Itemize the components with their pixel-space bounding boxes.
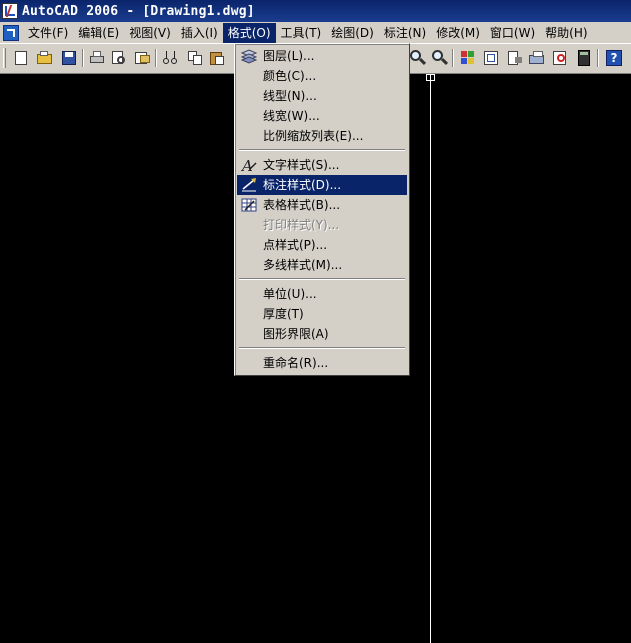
- markup-icon[interactable]: [551, 49, 569, 67]
- format-menu-dropdown: 图层(L)... 颜色(C)... 线型(N)... 线宽(W)... 比例缩放…: [234, 43, 410, 376]
- menu-item-plot-style: 打印样式(Y)...: [263, 218, 340, 232]
- autocad-app-icon[interactable]: [2, 3, 18, 19]
- menu-dimension[interactable]: 标注(N): [379, 23, 431, 43]
- menu-edit[interactable]: 编辑(E): [73, 23, 124, 43]
- zoom-window-icon[interactable]: [409, 49, 427, 67]
- plot-preview-icon[interactable]: [110, 49, 128, 67]
- design-center-icon[interactable]: [482, 49, 500, 67]
- sheet-set-icon[interactable]: [528, 49, 546, 67]
- open-icon[interactable]: [36, 49, 54, 67]
- menu-file[interactable]: 文件(F): [23, 23, 73, 43]
- menu-window[interactable]: 窗口(W): [485, 23, 540, 43]
- zoom-previous-icon[interactable]: [431, 49, 449, 67]
- document-control-icon[interactable]: [3, 24, 19, 41]
- table-style-icon: [241, 197, 257, 213]
- new-icon[interactable]: [12, 49, 30, 67]
- menu-modify[interactable]: 修改(M): [431, 23, 485, 43]
- menu-help[interactable]: 帮助(H): [540, 23, 592, 43]
- menu-separator: [239, 278, 405, 280]
- menu-item-table-style[interactable]: 表格样式(B)...: [237, 195, 407, 215]
- menu-item-rename[interactable]: 重命名(R)...: [237, 353, 407, 373]
- print-icon[interactable]: [88, 49, 106, 67]
- menu-bar: 文件(F) 编辑(E) 视图(V) 插入(I) 格式(O) 工具(T) 绘图(D…: [0, 22, 631, 44]
- menu-item-linetype[interactable]: 线型(N)...: [237, 86, 407, 106]
- title-bar: AutoCAD 2006 - [Drawing1.dwg]: [0, 0, 631, 22]
- menu-item-multiline-style[interactable]: 多线样式(M)...: [237, 255, 407, 275]
- menu-item-units[interactable]: 单位(U)...: [237, 284, 407, 304]
- menu-item-layers[interactable]: 图层(L)...: [237, 46, 407, 66]
- menu-item-text-style[interactable]: A 文字样式(S)...: [237, 155, 407, 175]
- dimension-style-icon: [241, 177, 257, 193]
- calculator-icon[interactable]: [575, 49, 593, 67]
- menu-item-point-style[interactable]: 点样式(P)...: [237, 235, 407, 255]
- menu-item-dimension-style[interactable]: 标注样式(D)...: [237, 175, 407, 195]
- menu-separator: [239, 347, 405, 349]
- toolbar-grip[interactable]: [3, 48, 6, 68]
- tool-palettes-icon[interactable]: [505, 49, 523, 67]
- menu-item-lineweight[interactable]: 线宽(W)...: [237, 106, 407, 126]
- help-icon[interactable]: ?: [605, 49, 623, 67]
- menu-draw[interactable]: 绘图(D): [326, 23, 379, 43]
- save-icon[interactable]: [60, 49, 78, 67]
- paste-icon[interactable]: [208, 49, 226, 67]
- cut-icon[interactable]: [162, 49, 180, 67]
- menu-insert[interactable]: 插入(I): [176, 23, 223, 43]
- menu-separator: [239, 149, 405, 151]
- menu-item-color[interactable]: 颜色(C)...: [237, 66, 407, 86]
- text-style-icon: A: [240, 157, 257, 175]
- menu-item-thickness[interactable]: 厚度(T): [237, 304, 407, 324]
- menu-item-scale-list[interactable]: 比例缩放列表(E)...: [237, 126, 407, 146]
- layers-icon: [240, 48, 258, 64]
- crosshair-cursor: [430, 74, 431, 643]
- copy-icon[interactable]: [186, 49, 204, 67]
- svg-text:A: A: [241, 157, 253, 173]
- menu-tools[interactable]: 工具(T): [276, 23, 327, 43]
- menu-view[interactable]: 视图(V): [124, 23, 176, 43]
- publish-icon[interactable]: [133, 49, 151, 67]
- properties-icon[interactable]: [459, 49, 477, 67]
- pickbox-cursor: [426, 74, 435, 81]
- menu-format[interactable]: 格式(O): [222, 22, 276, 43]
- menu-item-drawing-limits[interactable]: 图形界限(A): [237, 324, 407, 344]
- window-title: AutoCAD 2006 - [Drawing1.dwg]: [22, 3, 255, 19]
